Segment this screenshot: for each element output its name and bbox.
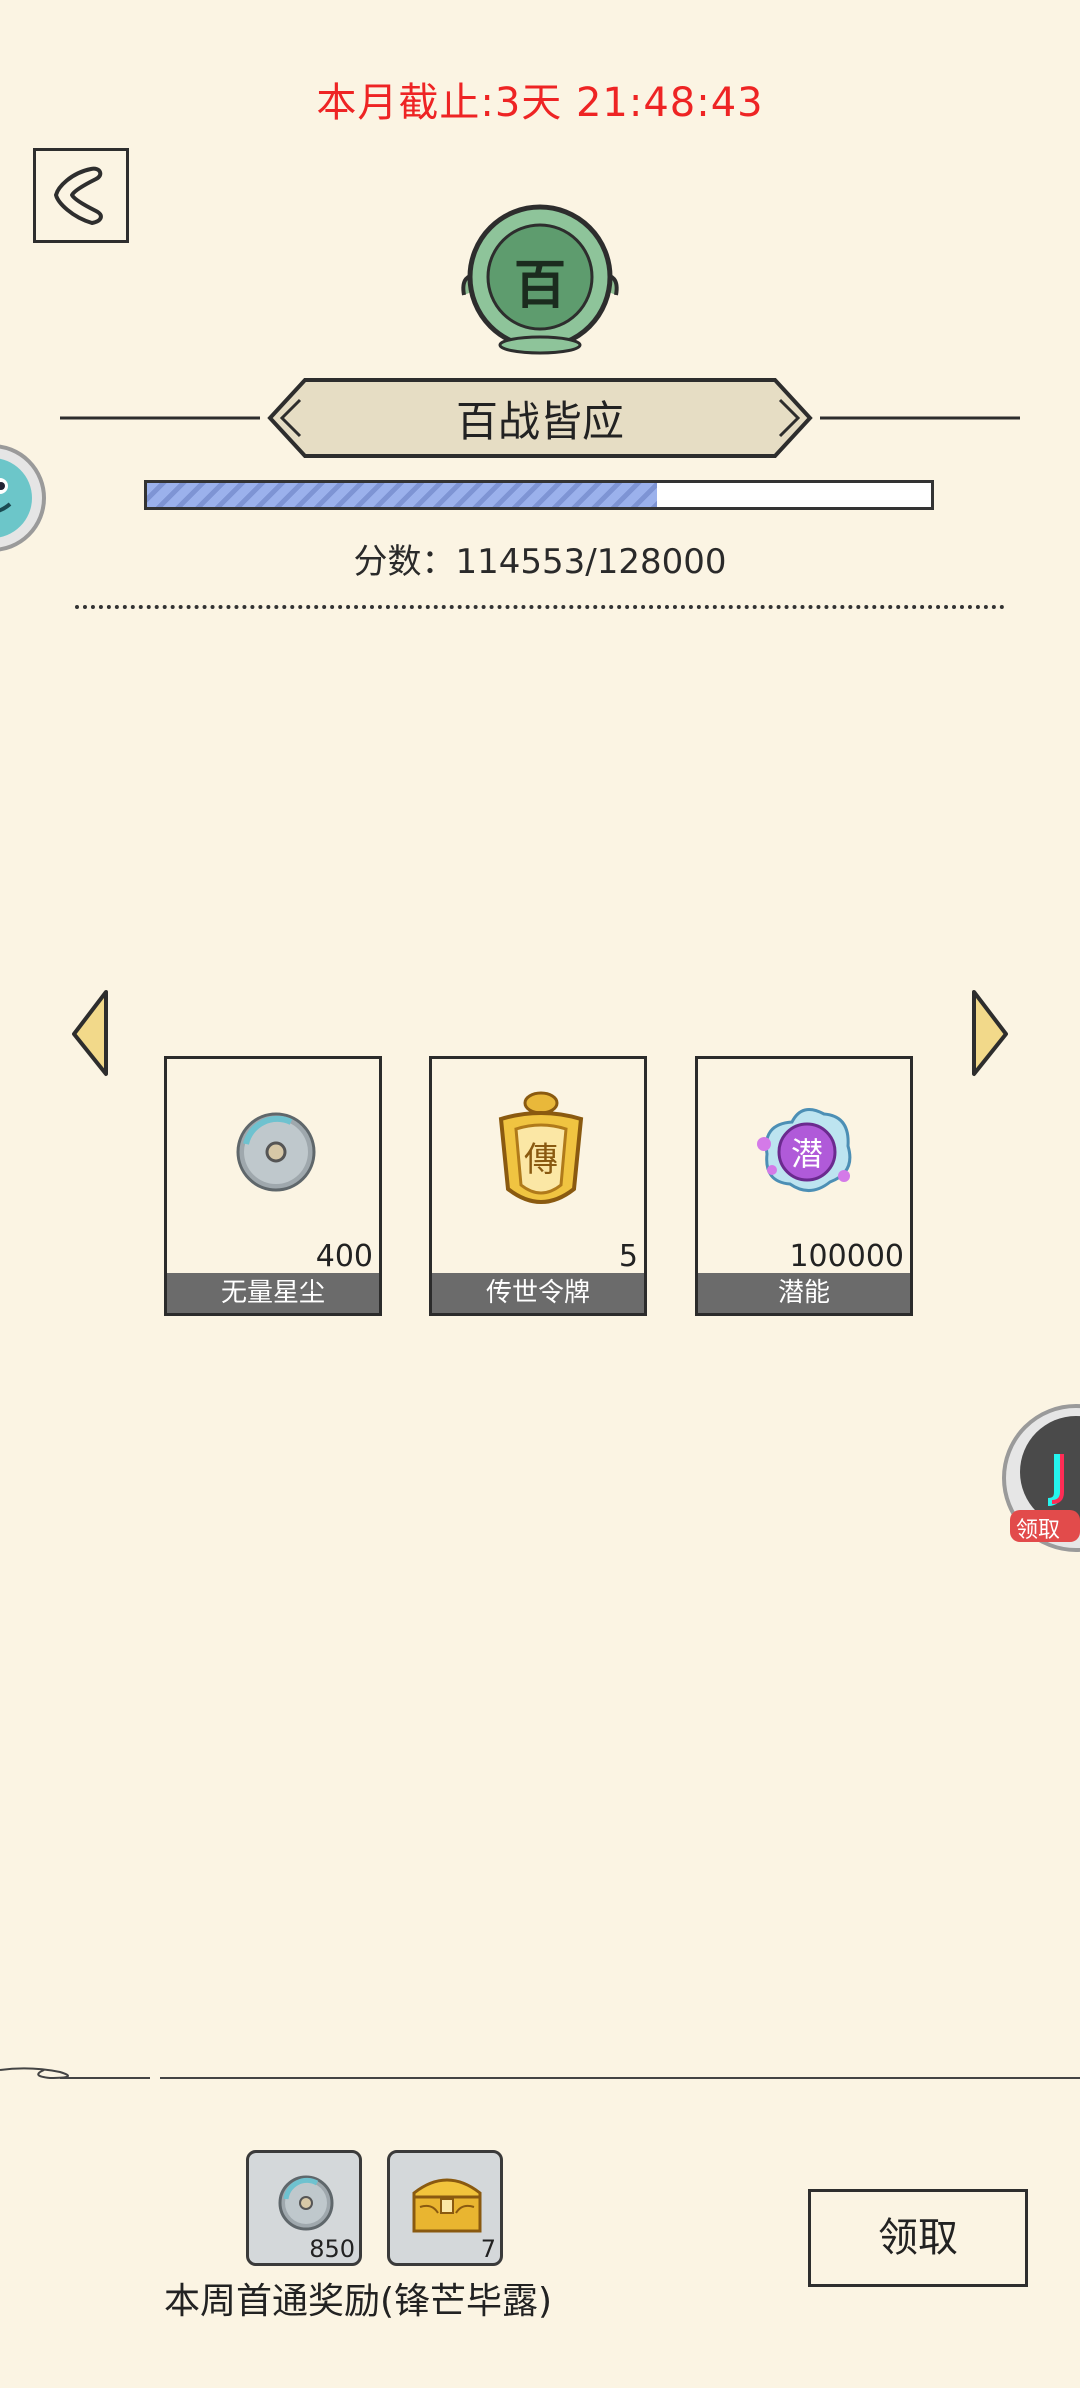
score-progress-bar — [144, 480, 934, 510]
stardust-icon — [236, 1112, 316, 1192]
svg-text:傳: 傳 — [524, 1140, 558, 1180]
score-text: 分数：114553/128000 — [353, 542, 727, 582]
progress-fill — [147, 483, 657, 507]
side-video-reward-widget[interactable]: 领取 — [1000, 1398, 1080, 1558]
side-widget-label: 领取 — [1016, 1518, 1061, 1543]
page-title: 百战皆应 — [455, 397, 624, 446]
reward-quantity: 100000 — [789, 1239, 904, 1274]
reward-name: 传世令牌 — [432, 1273, 644, 1313]
treasure-chest-icon — [412, 2178, 482, 2233]
reward-quantity: 400 — [315, 1239, 373, 1274]
brush-divider — [0, 2060, 1080, 2084]
weekly-reward-item[interactable]: 7 — [387, 2150, 503, 2266]
event-emblem: 百 — [450, 195, 630, 365]
weekly-reward-item[interactable]: 850 — [246, 2150, 362, 2266]
reward-card[interactable]: 400 无量星尘 — [164, 1056, 382, 1316]
arrow-right-icon — [972, 990, 1008, 1076]
reward-name: 无量星尘 — [167, 1273, 379, 1313]
weekly-reward-quantity: 850 — [309, 2235, 355, 2263]
dotted-divider — [75, 605, 1005, 609]
emblem-character: 百 — [513, 255, 566, 316]
back-button[interactable] — [33, 148, 129, 243]
claim-button[interactable]: 领取 — [808, 2189, 1028, 2287]
weekly-reward-quantity: 7 — [480, 2235, 496, 2263]
reward-name: 潜能 — [698, 1273, 910, 1313]
next-arrow-button[interactable] — [970, 988, 1010, 1078]
back-arrow-icon — [54, 166, 103, 225]
reward-card[interactable]: 傳 5 传世令牌 — [429, 1056, 647, 1316]
countdown-timer: 本月截止:3天 21:48:43 — [316, 80, 764, 126]
potential-orb-character: 潜 — [790, 1135, 823, 1173]
stardust-icon — [278, 2175, 334, 2231]
weekly-reward-label: 本周首通奖励(锋芒毕露) — [164, 2281, 553, 2322]
reward-card[interactable]: 潜 100000 潜能 — [695, 1056, 913, 1316]
prev-arrow-button[interactable] — [70, 988, 110, 1078]
heirloom-token-icon: 傳 — [498, 1091, 584, 1204]
arrow-left-icon — [72, 990, 108, 1076]
reward-quantity: 5 — [618, 1239, 638, 1274]
